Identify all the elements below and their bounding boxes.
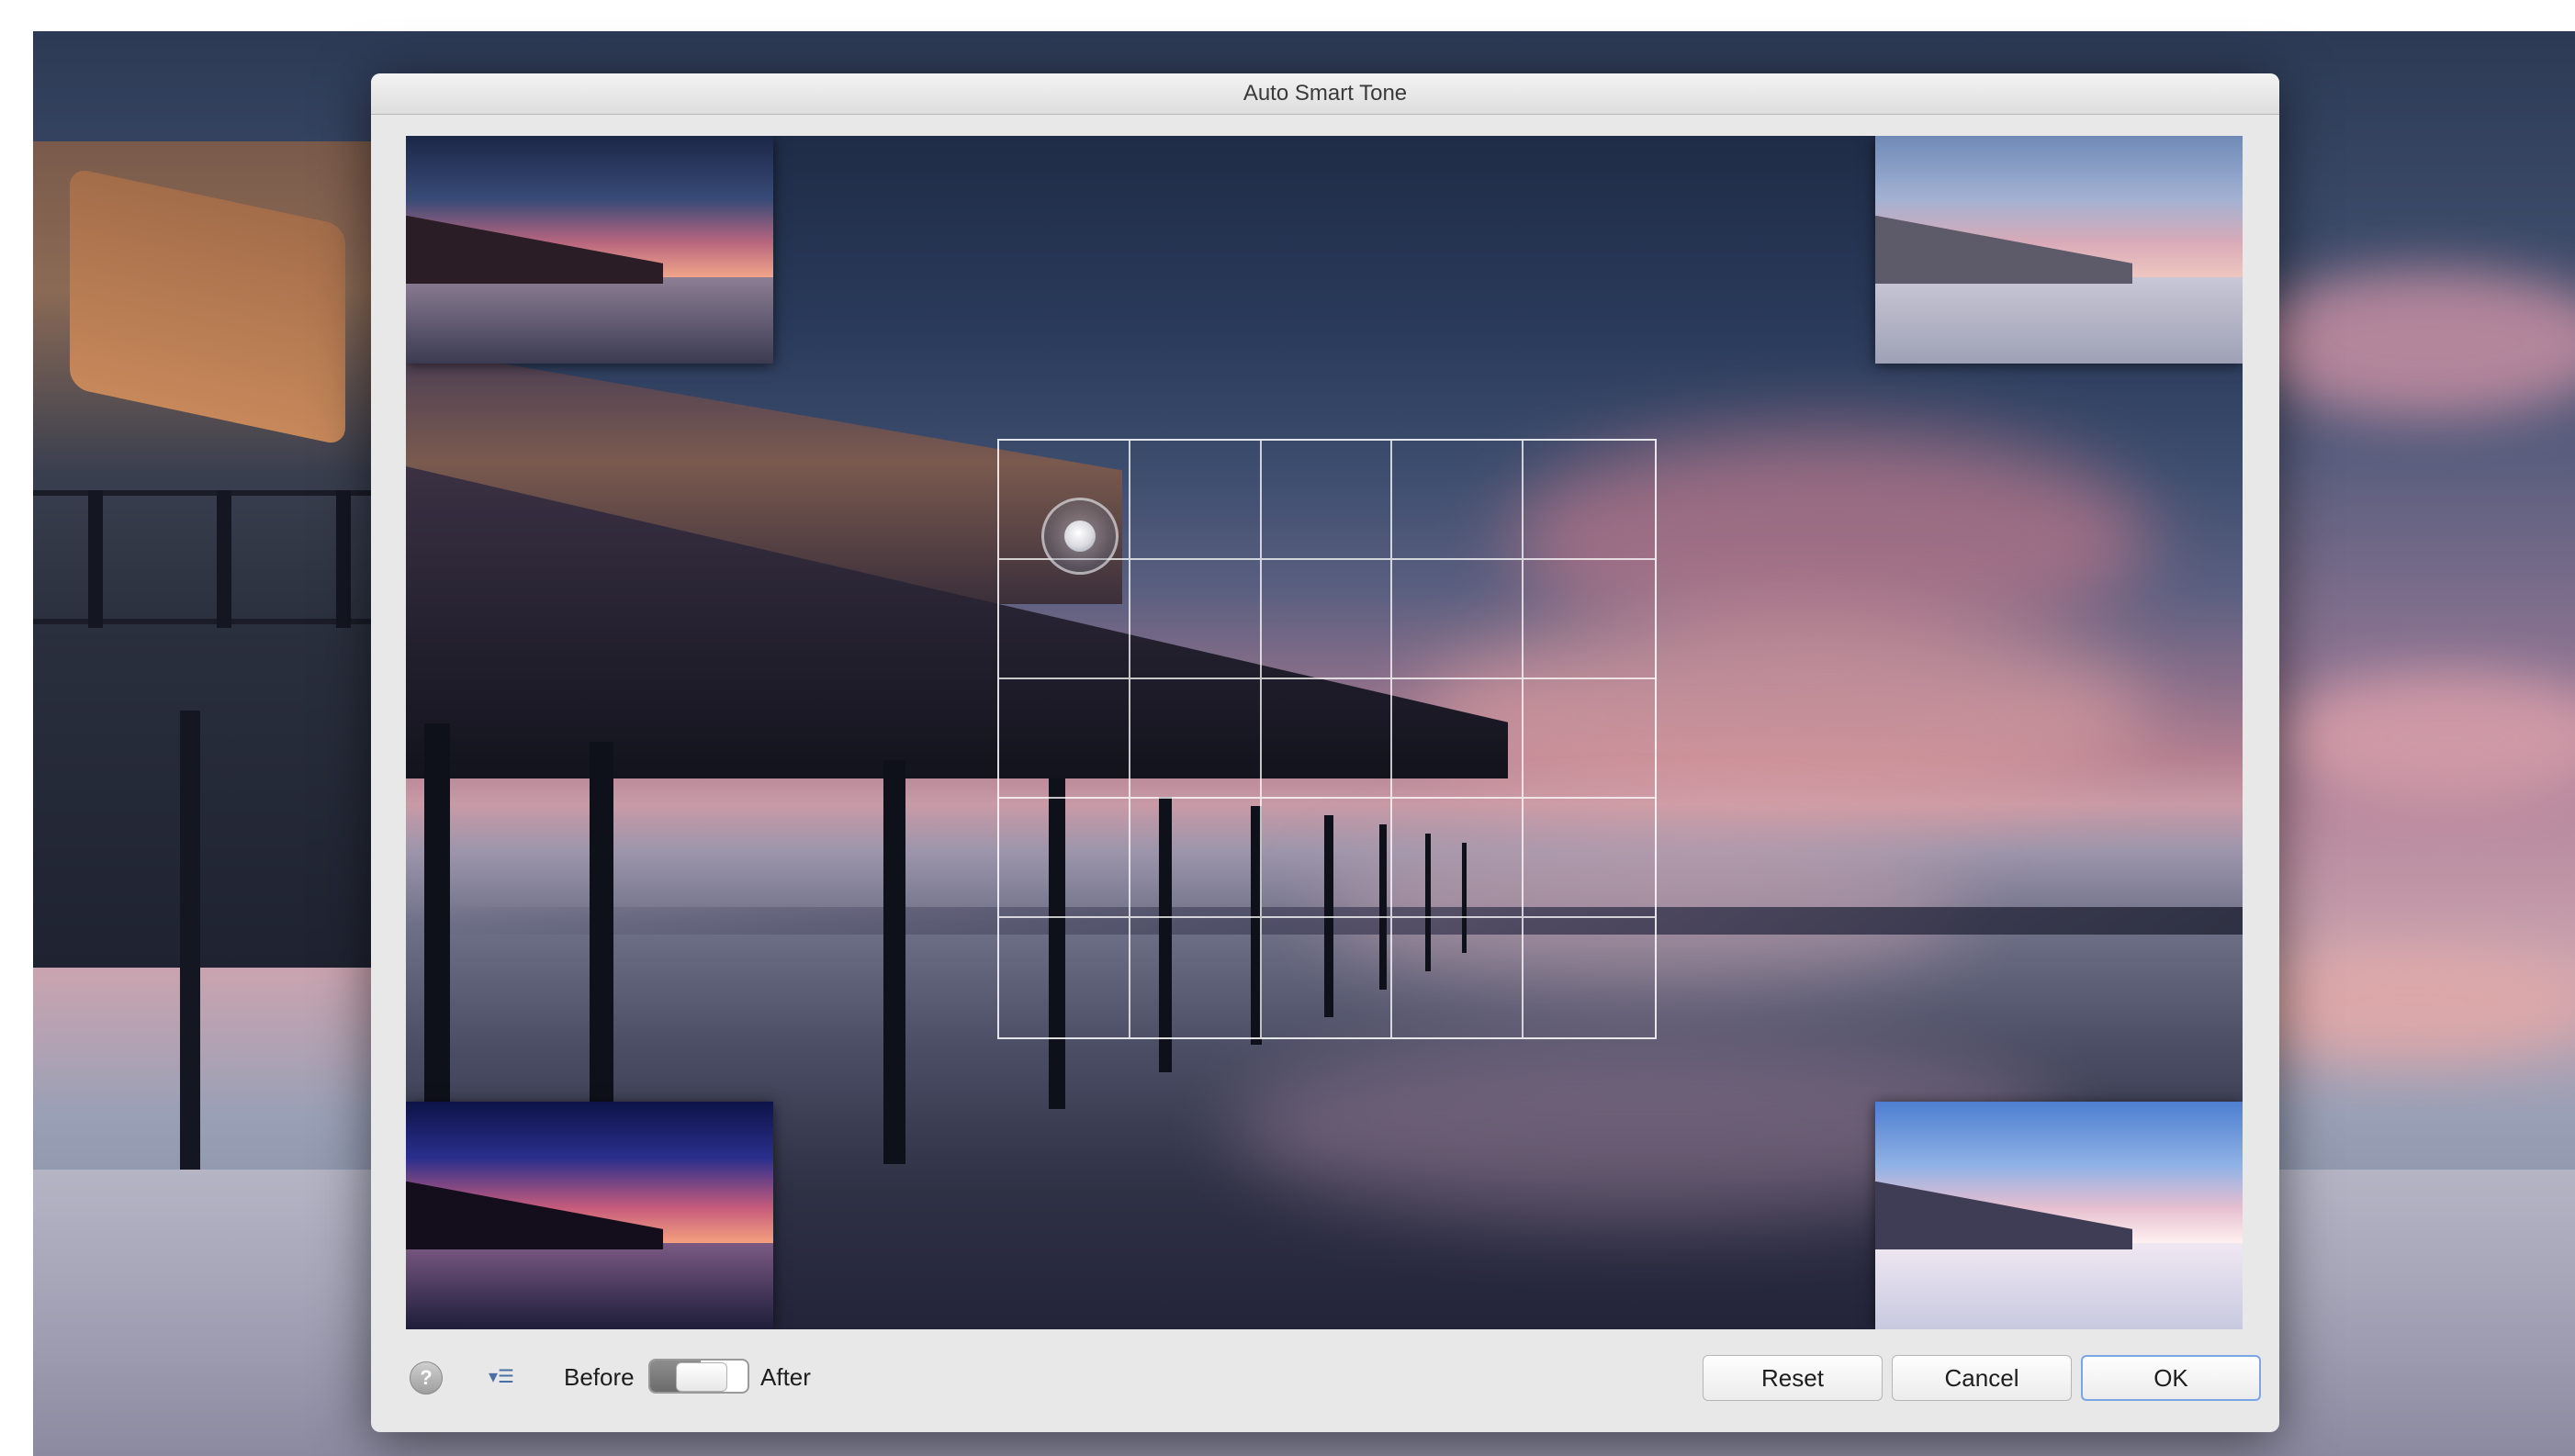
before-label: Before (564, 1363, 635, 1391)
after-label: After (760, 1363, 811, 1391)
cancel-button[interactable]: Cancel (1892, 1355, 2072, 1401)
dialog-titlebar[interactable]: Auto Smart Tone (371, 73, 2279, 115)
background-pier (33, 141, 373, 1170)
corner-preview-top-right[interactable] (1875, 136, 2243, 364)
corner-preview-bottom-left[interactable] (406, 1102, 773, 1329)
reset-button[interactable]: Reset (1703, 1355, 1883, 1401)
games-of-skill-sign (70, 167, 345, 446)
tone-adjustment-puck[interactable] (1041, 498, 1119, 575)
before-after-toggle[interactable] (648, 1359, 749, 1394)
dialog-title: Auto Smart Tone (1243, 81, 1408, 106)
help-icon[interactable]: ? (410, 1361, 443, 1394)
corner-preview-bottom-right[interactable] (1875, 1102, 2243, 1329)
options-dropdown-icon[interactable]: ▾☰ (483, 1362, 520, 1392)
corner-preview-top-left[interactable] (406, 136, 773, 364)
auto-smart-tone-dialog: Auto Smart Tone ? ▾☰ Before After Reset … (371, 73, 2279, 1432)
ok-button[interactable]: OK (2081, 1355, 2261, 1401)
preview-canvas[interactable] (406, 136, 2243, 1329)
